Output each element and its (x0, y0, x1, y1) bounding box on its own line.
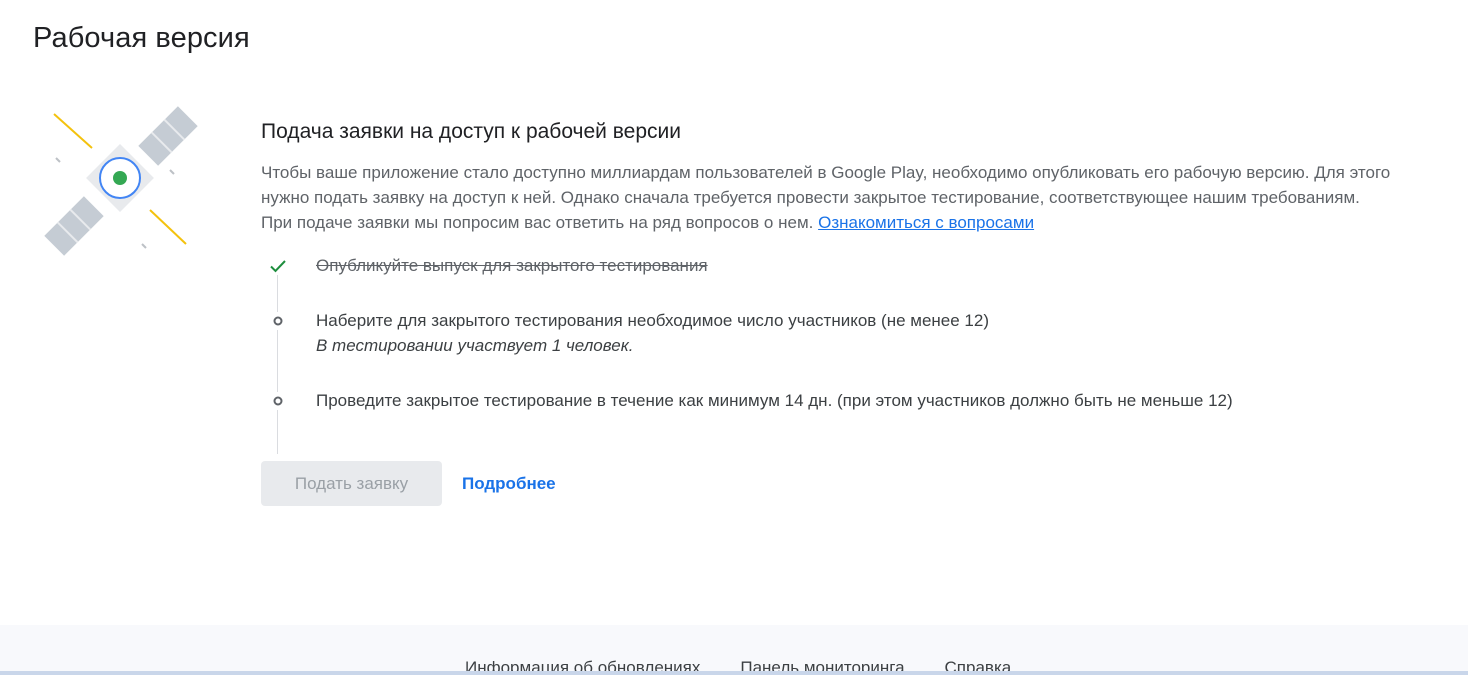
actions-row: Подать заявку Подробнее (261, 461, 556, 506)
step-publish-closed-test: Опубликуйте выпуск для закрытого тестиро… (261, 253, 1411, 296)
footer: Информация об обновлениях Панель монитор… (0, 625, 1468, 675)
view-questions-link[interactable]: Ознакомиться с вопросами (818, 213, 1034, 232)
circle-icon (269, 392, 287, 410)
page: Рабочая версия Подача заявки на доступ к… (0, 0, 1468, 675)
circle-icon (269, 312, 287, 330)
production-card: Рабочая версия Подача заявки на доступ к… (0, 0, 1468, 625)
step-label: Опубликуйте выпуск для закрытого тестиро… (316, 256, 708, 275)
learn-more-button[interactable]: Подробнее (462, 474, 556, 494)
satellite-illustration-icon (44, 106, 198, 256)
production-access-section: Подача заявки на доступ к рабочей версии… (261, 118, 1411, 454)
step-run-closed-test: Проведите закрытое тестирование в течени… (261, 388, 1411, 413)
requirements-list: Опубликуйте выпуск для закрытого тестиро… (261, 253, 1411, 454)
page-title: Рабочая версия (33, 22, 250, 54)
step-sublabel: В тестировании участвует 1 человек. (316, 336, 634, 355)
section-description: Чтобы ваше приложение стало доступно мил… (261, 160, 1391, 235)
submit-application-button[interactable]: Подать заявку (261, 461, 442, 506)
step-label: Наберите для закрытого тестирования необ… (316, 311, 990, 330)
section-title: Подача заявки на доступ к рабочей версии (261, 120, 681, 143)
step-label: Проведите закрытое тестирование в течени… (316, 391, 1233, 410)
check-icon (269, 257, 287, 275)
step-recruit-testers: Наберите для закрытого тестирования необ… (261, 308, 1411, 375)
footer-divider (0, 671, 1468, 675)
